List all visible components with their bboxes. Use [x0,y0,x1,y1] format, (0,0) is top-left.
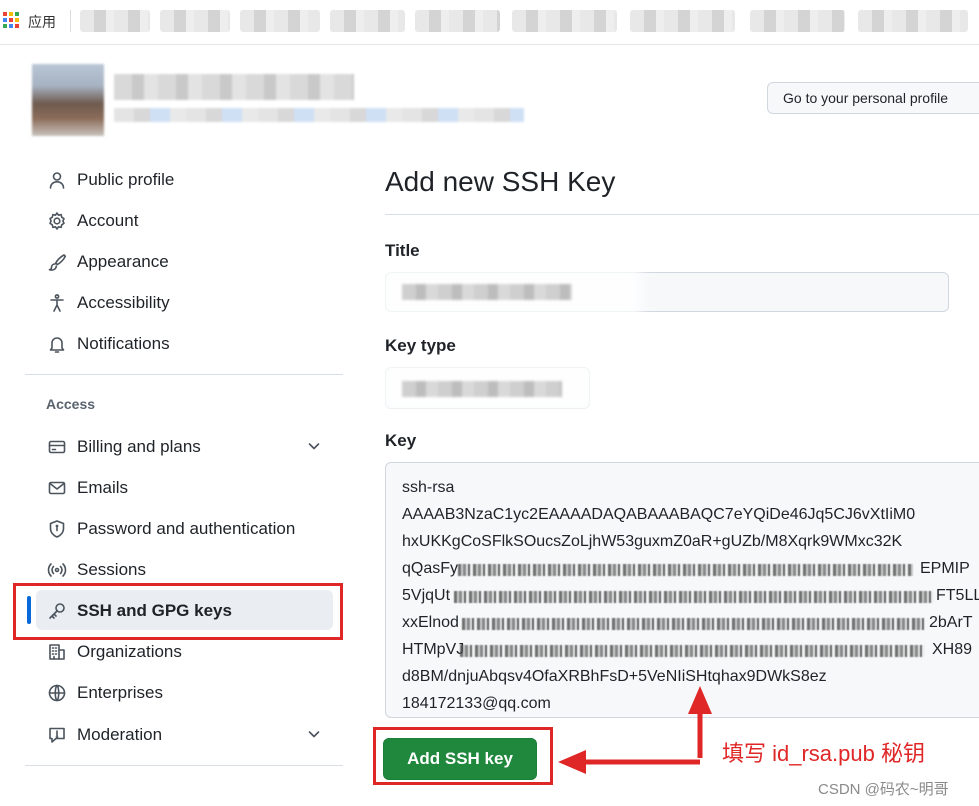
chevron-down-icon[interactable] [306,438,322,459]
key-type-label: Key type [385,336,456,355]
key-line: 184172133@qq.com [402,695,551,712]
key-line-tail: 2bArT [929,614,973,631]
sidebar-item-label: Enterprises [77,683,163,702]
apps-label[interactable]: 应用 [28,12,56,32]
key-redacted-segment [458,564,913,576]
sidebar-item-appearance[interactable]: Appearance [46,245,336,279]
sidebar-item-sessions[interactable]: Sessions [46,553,336,587]
sidebar-item-enterprises[interactable]: Enterprises [46,676,336,710]
globe-icon [46,682,68,704]
key-line: d8BM/dnjuAbqsv4OfaXRBhFsD+5VeNIiSHtqhax9… [402,668,827,685]
sidebar-item-label: Organizations [77,642,182,661]
sidebar-item-label: Appearance [77,252,169,271]
sidebar-item-label: Moderation [77,725,163,744]
accessibility-icon [46,292,68,314]
key-redacted-segment [462,618,924,630]
bookmark-item-redacted[interactable] [630,10,735,32]
sidebar-item-label: Billing and plans [77,437,201,456]
sidebar-item-public-profile[interactable]: Public profile [46,163,336,197]
sidebar-item-notifications[interactable]: Notifications [46,327,336,361]
bookmark-item-redacted[interactable] [80,10,150,32]
paintbrush-icon [46,251,68,273]
broadcast-icon [46,559,68,581]
sidebar-item-password[interactable]: Password and authentication [46,512,336,546]
sidebar-item-label: Sessions [77,560,146,579]
mail-icon [46,477,68,499]
go-to-profile-button[interactable]: Go to your personal profile [767,82,979,114]
bookmark-item-redacted[interactable] [750,10,845,32]
apps-grid-icon[interactable] [3,12,19,28]
sidebar-item-label: Emails [77,478,129,497]
key-line-tail: EPMIP [920,560,970,577]
key-line-tail: FT5LL [936,587,979,604]
username-redacted [114,74,354,100]
bell-icon [46,333,68,355]
bookmark-item-redacted[interactable] [330,10,405,32]
sidebar-item-label: Password and authentication [77,519,296,538]
sidebar-divider [25,765,343,766]
chevron-down-icon[interactable] [306,726,322,747]
key-line-tail: XH89 [932,641,973,658]
person-icon [46,169,68,191]
page-title: Add new SSH Key [385,166,616,197]
sidebar-item-label: Notifications [77,334,170,353]
title-divider [385,214,979,215]
key-line: ssh-rsa [402,479,455,496]
sidebar-item-label: Accessibility [77,293,170,312]
key-line: qQasFy [402,560,459,577]
sidebar-section-access: Access [46,396,96,412]
bookmark-item-redacted[interactable] [415,10,500,32]
key-line: HTMpVJ [402,641,465,658]
bookmark-item-redacted[interactable] [160,10,230,32]
key-icon [46,600,68,622]
sidebar-item-billing[interactable]: Billing and plans [46,430,336,464]
key-line: 5VjqUt [402,587,451,604]
key-textarea[interactable]: ssh-rsa AAAAB3NzaC1yc2EAAAADAQABAAABAQC7… [385,462,979,718]
user-avatar[interactable] [32,64,104,136]
bookmark-item-redacted[interactable] [858,10,968,32]
title-field-label: Title [385,241,420,260]
bookmark-item-redacted[interactable] [512,10,617,32]
sidebar-active-indicator [27,596,31,624]
sidebar-item-ssh-gpg-keys[interactable]: SSH and GPG keys [46,594,336,628]
gear-icon [46,210,68,232]
shield-lock-icon [46,518,68,540]
sidebar-item-emails[interactable]: Emails [46,471,336,505]
bookmarks-bar: 应用 [0,0,979,45]
bookmarks-divider [70,10,71,32]
key-type-value-redacted [402,381,562,397]
annotation-label: 填写 id_rsa.pub 秘钥 [722,741,925,766]
add-ssh-key-button[interactable]: Add SSH key [383,738,537,780]
organization-icon [46,641,68,663]
sidebar-item-label: SSH and GPG keys [77,601,232,620]
annotation-arrow-left [558,750,700,774]
credit-card-icon [46,436,68,458]
sidebar-item-label: Account [77,211,139,230]
title-input-value-redacted [402,284,572,300]
bookmark-item-redacted[interactable] [240,10,320,32]
key-redacted-segment [454,591,934,603]
account-subtitle-redacted [114,108,524,122]
watermark: CSDN @码农~明哥 [818,781,949,798]
key-line: xxElnod [402,614,459,631]
sidebar-divider [25,374,343,375]
key-line: AAAAB3NzaC1yc2EAAAADAQABAAABAQC7eYQiDe46… [402,506,916,523]
sidebar-item-accessibility[interactable]: Accessibility [46,286,336,320]
key-redacted-segment [460,645,925,657]
sidebar-item-organizations[interactable]: Organizations [46,635,336,669]
sidebar-item-label: Public profile [77,170,175,189]
key-line: hxUKKgCoSFlkSOucsZoLjhW53guxmZ0aR+gUZb/M… [402,533,903,550]
sidebar-item-account[interactable]: Account [46,204,336,238]
report-icon [46,724,68,746]
sidebar-item-moderation[interactable]: Moderation [46,718,336,752]
key-field-label: Key [385,431,417,450]
